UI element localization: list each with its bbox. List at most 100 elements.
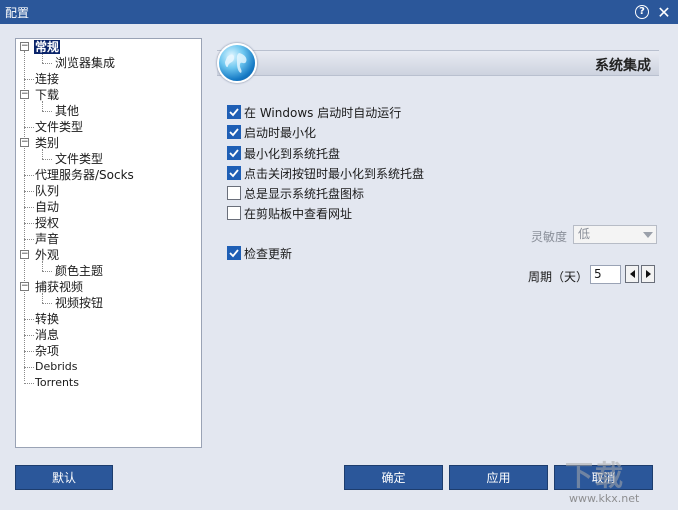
tree-item-general[interactable]: 常规 bbox=[34, 39, 61, 55]
tree-item-label: 杂项 bbox=[35, 344, 60, 358]
tree-item-label: 代理服务器/Socks bbox=[35, 168, 134, 182]
tree-item-color-theme[interactable]: 颜色主题 bbox=[54, 263, 104, 279]
sensitivity-select[interactable]: 低 bbox=[573, 225, 657, 244]
tree-connector bbox=[24, 127, 34, 128]
checkbox-minimize-to-tray[interactable] bbox=[227, 146, 241, 160]
tree-item-label: 转换 bbox=[35, 312, 60, 326]
tree-item-label: 浏览器集成 bbox=[55, 56, 116, 70]
arrow-right-icon bbox=[645, 270, 651, 278]
tree-item-label: Torrents bbox=[35, 376, 79, 389]
option-start-minimized[interactable]: 启动时最小化 bbox=[227, 123, 316, 141]
tree-connector bbox=[24, 319, 34, 320]
checkbox-close-to-tray[interactable] bbox=[227, 166, 241, 180]
collapse-icon[interactable]: − bbox=[20, 250, 29, 259]
period-decrement-button[interactable] bbox=[625, 265, 639, 283]
period-input[interactable]: 5 bbox=[590, 265, 621, 284]
tree-item-misc[interactable]: 杂项 bbox=[34, 343, 60, 359]
option-watch-clipboard[interactable]: 在剪贴板中查看网址 bbox=[227, 204, 352, 222]
collapse-icon[interactable]: − bbox=[20, 90, 29, 99]
tree-connector bbox=[24, 351, 34, 352]
help-button[interactable]: ? bbox=[632, 2, 652, 22]
collapse-icon[interactable]: − bbox=[20, 138, 29, 147]
tree-item-category-file-types[interactable]: 文件类型 bbox=[54, 151, 104, 167]
tree-connector bbox=[24, 335, 34, 336]
tree-connector bbox=[42, 111, 52, 112]
option-check-updates[interactable]: 检查更新 bbox=[227, 244, 292, 262]
panel-title: 系统集成 bbox=[595, 58, 651, 74]
dialog-body: − 常规 浏览器集成 连接 − 下载 其他 文件类型 − 类别 文件类型 代理服… bbox=[0, 24, 678, 510]
cancel-button[interactable]: 取消 bbox=[554, 465, 653, 490]
tree-item-authorization[interactable]: 授权 bbox=[34, 215, 60, 231]
tree-item-label: 声音 bbox=[35, 232, 60, 246]
ok-button[interactable]: 确定 bbox=[344, 465, 443, 490]
sensitivity-value: 低 bbox=[578, 227, 591, 241]
tree-item-video-button[interactable]: 视频按钮 bbox=[54, 295, 104, 311]
tree-item-label: 连接 bbox=[35, 72, 60, 86]
checkbox-always-show-tray-icon[interactable] bbox=[227, 186, 241, 200]
tree-connector bbox=[42, 159, 52, 160]
tree-item-categories[interactable]: 类别 bbox=[34, 135, 60, 151]
checkbox-check-updates[interactable] bbox=[227, 246, 241, 260]
tree-item-debrids[interactable]: Debrids bbox=[34, 359, 79, 375]
option-autostart[interactable]: 在 Windows 启动时自动运行 bbox=[227, 103, 401, 121]
tree-item-file-types[interactable]: 文件类型 bbox=[34, 119, 84, 135]
option-label: 在 Windows 启动时自动运行 bbox=[244, 105, 402, 120]
tree-item-label: 外观 bbox=[35, 248, 60, 262]
help-icon: ? bbox=[635, 5, 649, 19]
tree-item-label: 捕获视频 bbox=[35, 280, 84, 294]
tree-item-connection[interactable]: 连接 bbox=[34, 71, 60, 87]
checkbox-watch-clipboard[interactable] bbox=[227, 206, 241, 220]
option-always-show-tray-icon[interactable]: 总是显示系统托盘图标 bbox=[227, 184, 364, 202]
close-button[interactable]: ✕ bbox=[654, 2, 674, 22]
tree-item-label: 文件类型 bbox=[55, 152, 104, 166]
tree-item-label: 视频按钮 bbox=[55, 296, 104, 310]
globe-icon bbox=[217, 43, 257, 83]
tree-item-browser-integration[interactable]: 浏览器集成 bbox=[54, 55, 116, 71]
tree-item-capture-video[interactable]: 捕获视频 bbox=[34, 279, 84, 295]
checkbox-start-minimized[interactable] bbox=[227, 125, 241, 139]
option-label: 在剪贴板中查看网址 bbox=[244, 206, 353, 221]
option-label: 检查更新 bbox=[244, 246, 293, 261]
dropdown-arrow-icon bbox=[643, 232, 653, 238]
tree-connector bbox=[42, 63, 52, 64]
tree-item-conversion[interactable]: 转换 bbox=[34, 311, 60, 327]
tree-connector bbox=[24, 79, 34, 80]
collapse-icon[interactable]: − bbox=[20, 282, 29, 291]
option-label: 点击关闭按钮时最小化到系统托盘 bbox=[244, 166, 425, 181]
tree-item-label: 下载 bbox=[35, 88, 60, 102]
tree-item-queue[interactable]: 队列 bbox=[34, 183, 60, 199]
settings-tree[interactable]: − 常规 浏览器集成 连接 − 下载 其他 文件类型 − 类别 文件类型 代理服… bbox=[15, 38, 202, 448]
sensitivity-label: 灵敏度 bbox=[531, 230, 568, 244]
option-label: 启动时最小化 bbox=[244, 125, 317, 140]
tree-connector bbox=[42, 271, 52, 272]
tree-item-sounds[interactable]: 声音 bbox=[34, 231, 60, 247]
tree-item-messages[interactable]: 消息 bbox=[34, 327, 60, 343]
title-bar: 配置 ? ✕ bbox=[0, 0, 678, 24]
close-icon: ✕ bbox=[657, 2, 671, 22]
tree-connector bbox=[42, 303, 52, 304]
tree-item-torrents[interactable]: Torrents bbox=[34, 375, 80, 391]
option-minimize-to-tray[interactable]: 最小化到系统托盘 bbox=[227, 144, 340, 162]
collapse-icon[interactable]: − bbox=[20, 42, 29, 51]
arrow-left-icon bbox=[629, 270, 635, 278]
tree-item-appearance[interactable]: 外观 bbox=[34, 247, 60, 263]
tree-connector bbox=[24, 367, 34, 368]
period-increment-button[interactable] bbox=[641, 265, 655, 283]
tree-item-downloads[interactable]: 下载 bbox=[34, 87, 60, 103]
tree-item-proxy[interactable]: 代理服务器/Socks bbox=[34, 167, 135, 183]
option-close-to-tray[interactable]: 点击关闭按钮时最小化到系统托盘 bbox=[227, 164, 424, 182]
tree-item-label: 授权 bbox=[35, 216, 60, 230]
tree-connector bbox=[24, 207, 34, 208]
default-button[interactable]: 默认 bbox=[15, 465, 113, 490]
tree-item-label: 其他 bbox=[55, 104, 80, 118]
tree-item-label: 文件类型 bbox=[35, 120, 84, 134]
tree-connector bbox=[24, 175, 34, 176]
tree-item-other[interactable]: 其他 bbox=[54, 103, 80, 119]
option-label: 最小化到系统托盘 bbox=[244, 146, 341, 161]
checkbox-autostart[interactable] bbox=[227, 105, 241, 119]
tree-item-label: 自动 bbox=[35, 200, 60, 214]
tree-item-automation[interactable]: 自动 bbox=[34, 199, 60, 215]
tree-item-label: 类别 bbox=[35, 136, 60, 150]
apply-button[interactable]: 应用 bbox=[449, 465, 548, 490]
option-label: 总是显示系统托盘图标 bbox=[244, 186, 365, 201]
